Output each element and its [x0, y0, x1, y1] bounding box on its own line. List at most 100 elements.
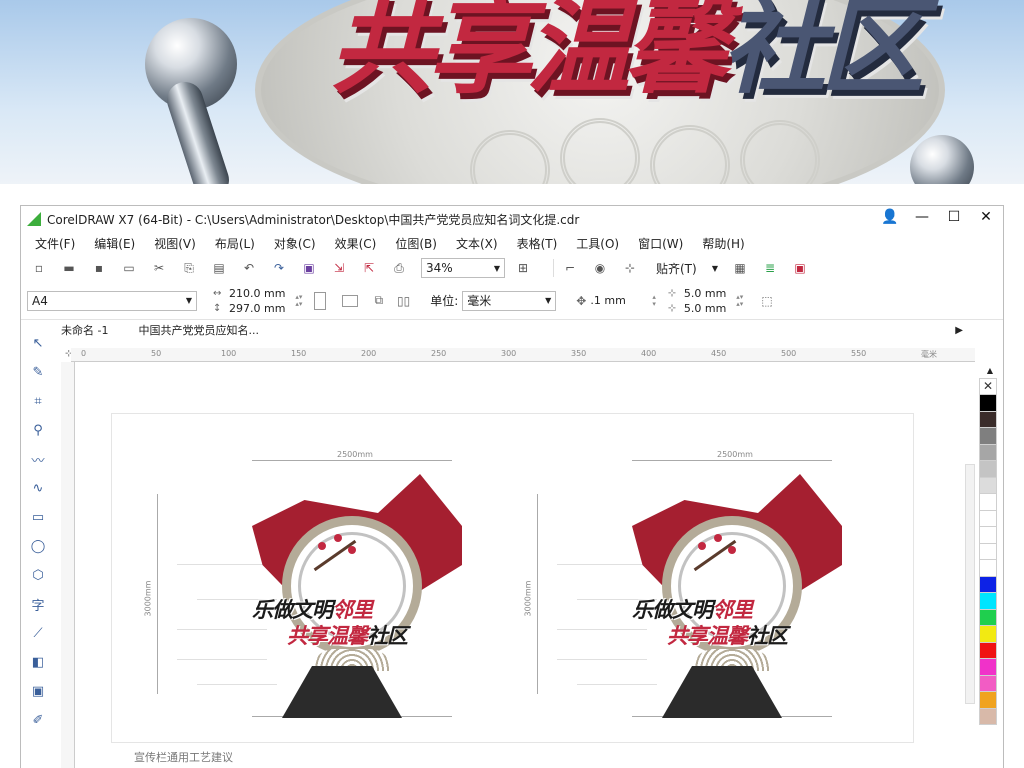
- menu-edit[interactable]: 编辑(E): [94, 235, 135, 252]
- color-swatch[interactable]: [979, 609, 997, 626]
- page-size-select[interactable]: A4 ▼: [27, 290, 197, 311]
- ellipse-tool-icon[interactable]: ◯: [27, 535, 49, 557]
- sign-artwork[interactable]: 乐做文明邻里 共享温馨社区: [252, 474, 462, 719]
- menu-effects[interactable]: 效果(C): [335, 235, 377, 252]
- user-icon[interactable]: 👤: [881, 209, 899, 225]
- text-tool-icon[interactable]: 字: [27, 593, 49, 615]
- crop-tool-icon[interactable]: ⌗: [27, 390, 49, 412]
- color-swatch[interactable]: [979, 428, 997, 445]
- color-swatch[interactable]: [979, 510, 997, 527]
- doc-tab-current[interactable]: 中国共产党党员应知名...: [138, 322, 259, 338]
- copy-icon[interactable]: ⎘: [181, 260, 197, 276]
- menu-help[interactable]: 帮助(H): [702, 235, 744, 252]
- fill-tool-icon[interactable]: ◧: [27, 651, 49, 673]
- menu-layout[interactable]: 布局(L): [215, 235, 255, 252]
- page-height-field[interactable]: 297.0 mm: [229, 301, 285, 316]
- show-guidelines-icon[interactable]: ⊹: [622, 260, 638, 276]
- dimension-tool-icon[interactable]: ⟋: [27, 622, 49, 644]
- rectangle-tool-icon[interactable]: ▭: [27, 506, 49, 528]
- menu-table[interactable]: 表格(T): [517, 235, 558, 252]
- menu-bitmaps[interactable]: 位图(B): [395, 235, 437, 252]
- search-content-icon[interactable]: ▣: [301, 260, 317, 276]
- menu-tools[interactable]: 工具(O): [576, 235, 619, 252]
- snap-to-select[interactable]: 贴齐(T) ▼: [652, 258, 722, 278]
- cut-icon[interactable]: ✂: [151, 260, 167, 276]
- color-swatch[interactable]: [979, 527, 997, 544]
- color-swatch[interactable]: [979, 494, 997, 511]
- vertical-scrollbar[interactable]: [965, 464, 975, 704]
- page-dimension-spinner[interactable]: ▴▾ ▴▾: [295, 293, 302, 308]
- color-swatch[interactable]: [979, 593, 997, 610]
- open-folder-icon[interactable]: ▬: [61, 260, 77, 276]
- color-swatch[interactable]: [979, 411, 997, 428]
- current-page-icon[interactable]: ▯▯: [397, 294, 410, 308]
- tab-scroll-right-icon[interactable]: ▶: [955, 325, 963, 336]
- paste-icon[interactable]: ▤: [211, 260, 227, 276]
- zoom-tool-icon[interactable]: ⚲: [27, 419, 49, 441]
- pick-tool-icon[interactable]: ↖: [27, 332, 49, 354]
- palette-scroll-up-icon[interactable]: ▲: [987, 366, 993, 375]
- color-swatch[interactable]: [979, 543, 997, 560]
- drawing-canvas[interactable]: 2500mm 3000mm 2500mm 乐做文明: [76, 363, 971, 768]
- menu-object[interactable]: 对象(C): [274, 235, 316, 252]
- portrait-icon[interactable]: [314, 291, 327, 310]
- color-swatch[interactable]: [979, 692, 997, 709]
- application-launcher-icon[interactable]: ▣: [792, 260, 808, 276]
- zoom-level-select[interactable]: 34% ▼: [421, 258, 505, 278]
- polygon-tool-icon[interactable]: ⬡: [27, 564, 49, 586]
- color-swatch[interactable]: [979, 675, 997, 692]
- import-icon[interactable]: ⇲: [331, 260, 347, 276]
- color-swatch[interactable]: [979, 477, 997, 494]
- horizontal-ruler[interactable]: 0 50 100 150 200 250 300 350 400 450 500 550 毫米: [71, 348, 975, 362]
- sign-artwork[interactable]: 乐做文明邻里 共享温馨社区: [632, 474, 842, 719]
- save-icon[interactable]: ▪: [91, 260, 107, 276]
- no-fill-swatch[interactable]: ✕: [979, 378, 997, 395]
- publish-pdf-icon[interactable]: ⎙: [391, 260, 407, 276]
- export-icon[interactable]: ⇱: [361, 260, 377, 276]
- unit-select[interactable]: 毫米 ▼: [462, 290, 557, 311]
- shape-tool-icon[interactable]: ✎: [27, 361, 49, 383]
- page-width-field[interactable]: 210.0 mm: [229, 286, 285, 301]
- color-swatch[interactable]: [979, 560, 997, 577]
- minimize-button[interactable]: —: [913, 209, 931, 225]
- color-swatch[interactable]: [979, 708, 997, 725]
- menu-view[interactable]: 视图(V): [154, 235, 196, 252]
- show-rulers-icon[interactable]: ⌐: [562, 260, 578, 276]
- toolbox: ↖ ✎ ⌗ ⚲ 〰 ∿ ▭ ◯ ⬡ 字 ⟋ ◧ ▣ ✐: [23, 326, 53, 768]
- menu-file[interactable]: 文件(F): [35, 235, 75, 252]
- height-icon: ↕: [213, 302, 222, 314]
- print-icon[interactable]: ▭: [121, 260, 137, 276]
- show-grid-icon[interactable]: ◉: [592, 260, 608, 276]
- maximize-button[interactable]: ☐: [945, 209, 963, 225]
- color-swatch[interactable]: [979, 461, 997, 478]
- transparency-tool-icon[interactable]: ▣: [27, 680, 49, 702]
- vertical-ruler[interactable]: [61, 362, 75, 768]
- color-swatch[interactable]: [979, 395, 997, 412]
- menu-window[interactable]: 窗口(W): [638, 235, 683, 252]
- nudge-distance-field[interactable]: .1 mm: [590, 294, 646, 307]
- color-swatch[interactable]: [979, 444, 997, 461]
- options-icon[interactable]: ▦: [732, 260, 748, 276]
- undo-icon[interactable]: ↶: [241, 260, 257, 276]
- landscape-icon[interactable]: [342, 294, 359, 307]
- close-button[interactable]: ✕: [977, 209, 995, 225]
- full-screen-icon[interactable]: ⊞: [515, 260, 531, 276]
- duplicate-x-field[interactable]: 5.0 mm: [684, 286, 726, 301]
- treat-as-filled-icon[interactable]: ⬚: [761, 294, 772, 308]
- new-document-icon[interactable]: ▫: [31, 260, 47, 276]
- align-icon[interactable]: ≣: [762, 260, 778, 276]
- color-swatch[interactable]: [979, 626, 997, 643]
- eyedropper-tool-icon[interactable]: ✐: [27, 709, 49, 731]
- artistic-media-icon[interactable]: ∿: [27, 477, 49, 499]
- menu-text[interactable]: 文本(X): [456, 235, 498, 252]
- color-swatch[interactable]: [979, 659, 997, 676]
- all-pages-icon[interactable]: ⧉: [374, 293, 383, 308]
- duplicate-spinner[interactable]: ▴▾ ▴▾: [736, 293, 743, 308]
- nudge-spinner[interactable]: ▴ ▾: [652, 293, 656, 308]
- doc-tab-untitled[interactable]: 未命名 -1: [61, 322, 108, 338]
- color-swatch[interactable]: [979, 576, 997, 593]
- color-swatch[interactable]: [979, 642, 997, 659]
- duplicate-y-field[interactable]: 5.0 mm: [684, 301, 726, 316]
- freehand-tool-icon[interactable]: 〰: [27, 448, 49, 470]
- redo-icon[interactable]: ↷: [271, 260, 287, 276]
